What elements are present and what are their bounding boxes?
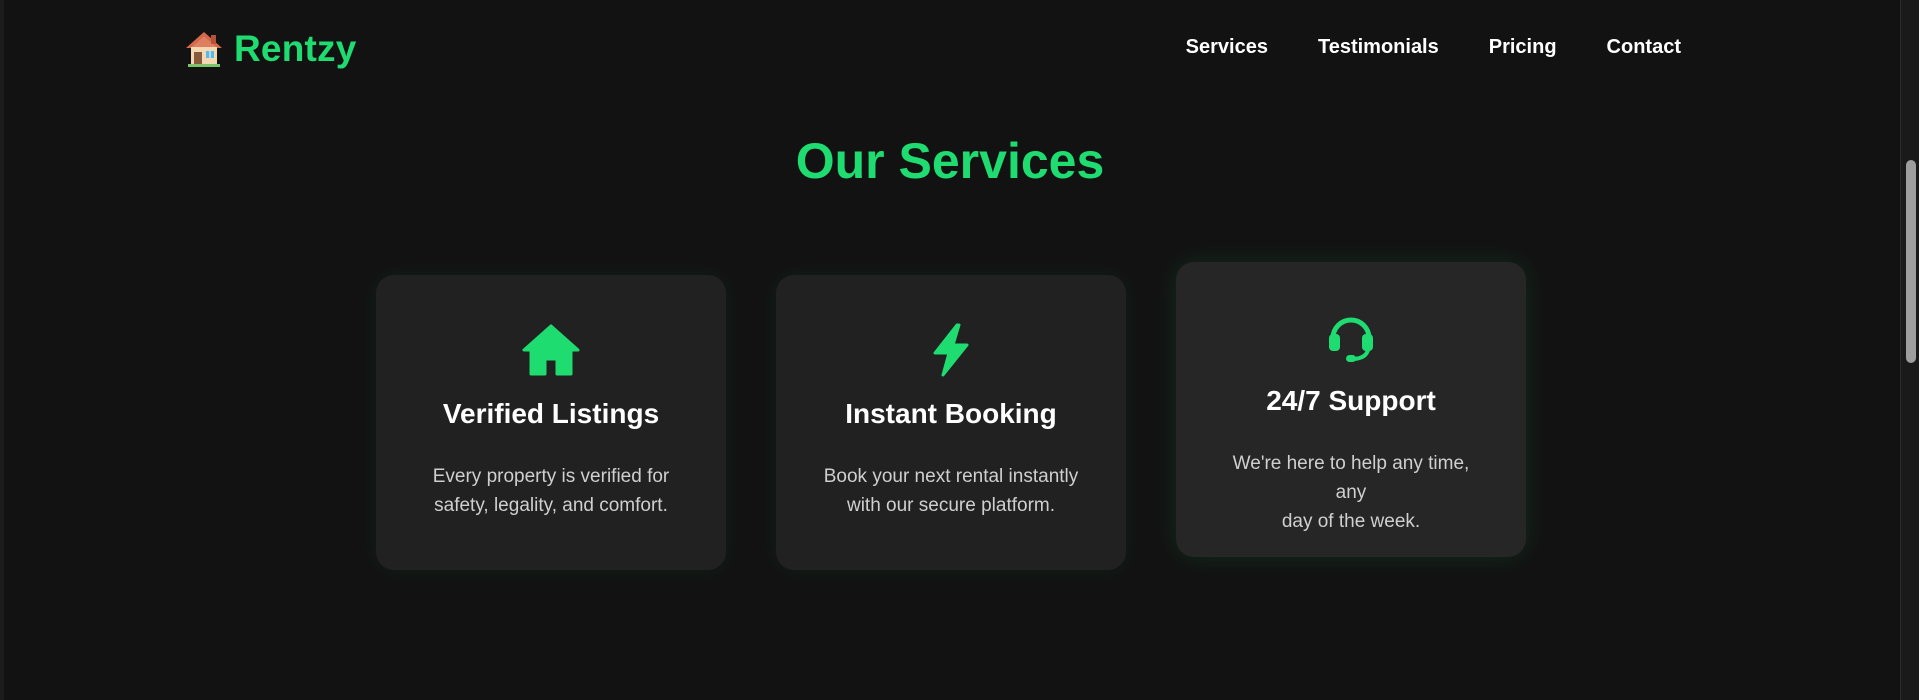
vertical-scrollbar[interactable] (1900, 0, 1919, 700)
service-card-support: 24/7 Support We're here to help any time… (1176, 262, 1526, 557)
service-card-instant-booking: Instant Booking Book your next rental in… (776, 275, 1126, 570)
page: Rentzy Services Testimonials Pricing Con… (0, 0, 1919, 700)
nav-link-pricing[interactable]: Pricing (1489, 36, 1557, 59)
brand-name: Rentzy (234, 28, 357, 69)
description-line: day of the week. (1281, 511, 1421, 532)
lightning-bolt-icon (776, 323, 1126, 377)
service-card-description: We're here to help any time, any day of … (1216, 449, 1486, 536)
description-line: with our secure platform. (846, 495, 1056, 516)
service-card-verified-listings: Verified Listings Every property is veri… (376, 275, 726, 570)
service-card-title: 24/7 Support (1266, 385, 1436, 416)
service-card-description: Every property is verified for safety, l… (416, 462, 686, 520)
window-edge (0, 0, 4, 700)
brand-logo[interactable]: Rentzy (184, 28, 357, 70)
service-card-title: Instant Booking (845, 398, 1057, 429)
description-line: safety, legality, and comfort. (434, 495, 668, 516)
service-card-description: Book your next rental instantly with our… (816, 462, 1086, 520)
headset-icon (1176, 310, 1526, 364)
nav-link-testimonials[interactable]: Testimonials (1318, 36, 1439, 59)
service-card-title: Verified Listings (442, 398, 660, 429)
nav-link-contact[interactable]: Contact (1607, 36, 1681, 59)
house-icon (376, 323, 726, 377)
description-line: Book your next rental instantly (823, 466, 1079, 487)
nav-link-services[interactable]: Services (1186, 36, 1268, 59)
main-nav: Services Testimonials Pricing Contact (1186, 36, 1681, 59)
section-title: Our Services (795, 133, 1105, 189)
description-line: Every property is verified for (432, 466, 670, 487)
house-emoji-icon (184, 29, 224, 69)
scrollbar-thumb[interactable] (1906, 160, 1916, 363)
description-line: We're here to help any time, any (1232, 453, 1470, 503)
